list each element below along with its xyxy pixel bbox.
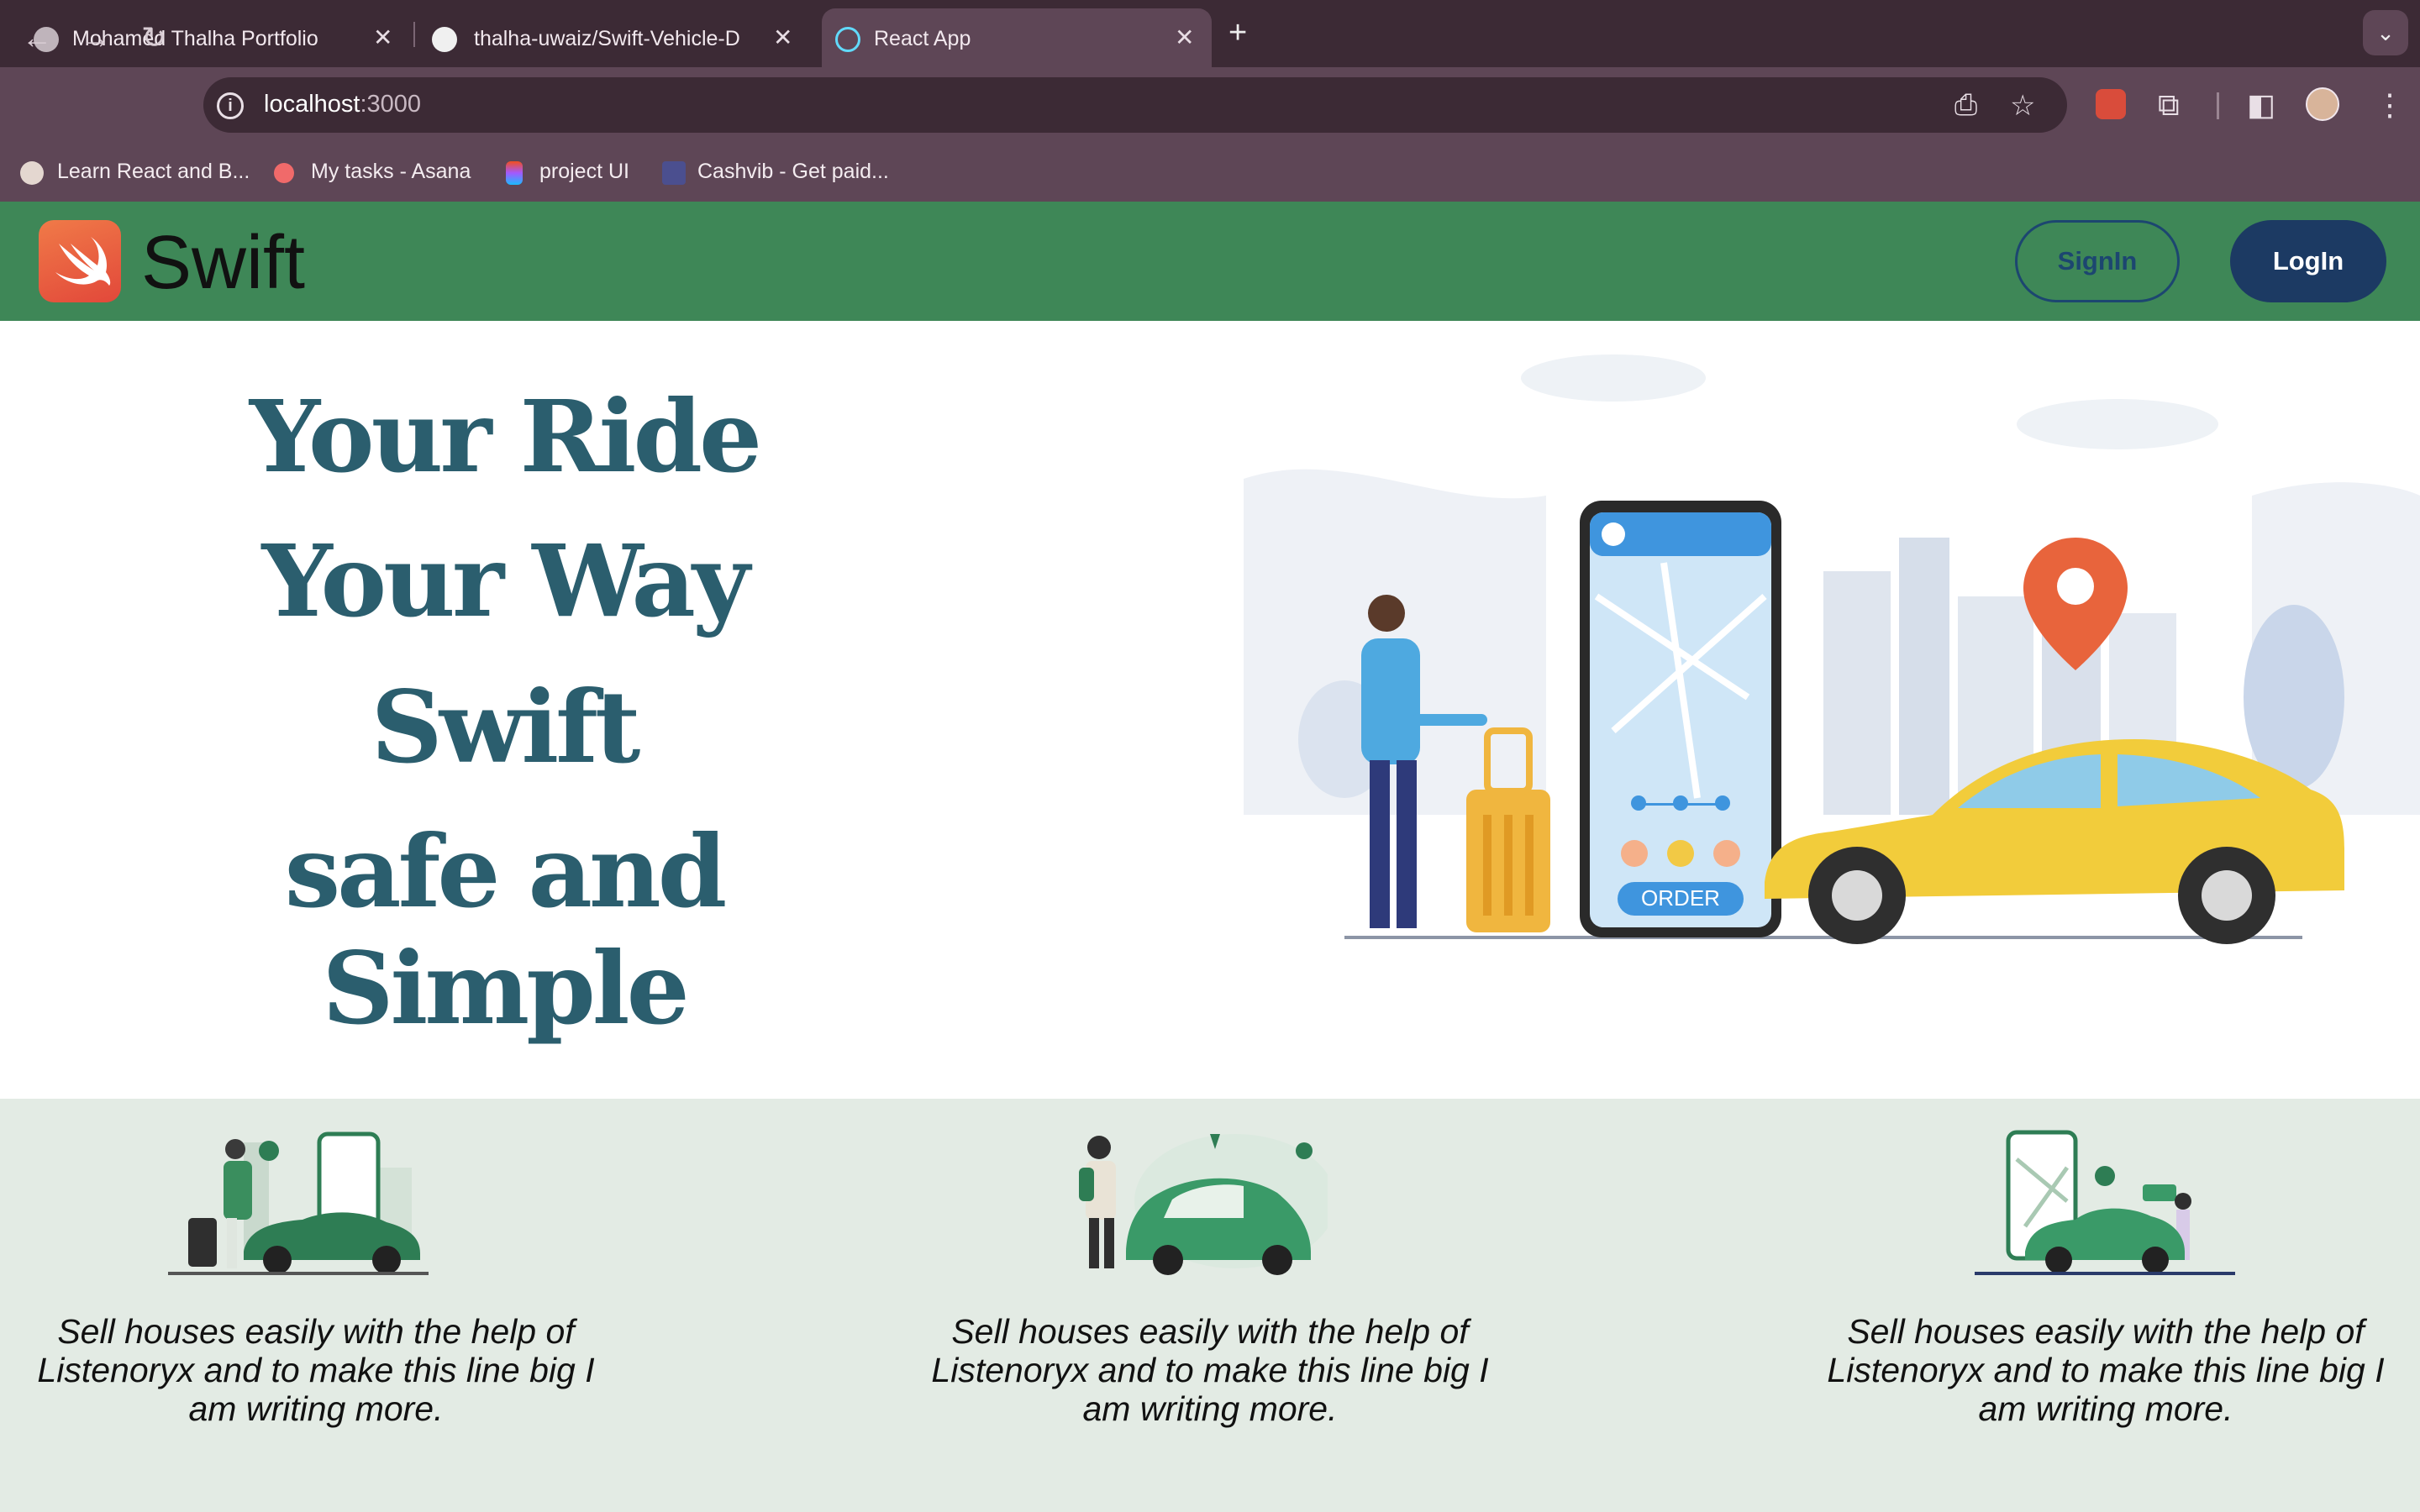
url-text[interactable]: localhost:3000 [264,91,421,118]
extension-app-icon[interactable] [2096,89,2126,119]
back-icon[interactable]: ← [22,20,52,55]
cashvib-icon [662,161,686,185]
phone-map-car-illustration [1975,1130,2235,1275]
close-icon[interactable]: ✕ [373,24,392,51]
hero-line-2: Your Way [261,522,750,639]
login-button[interactable]: LogIn [2230,220,2386,302]
feature-text: Sell houses easily with the help of List… [37,1312,595,1428]
bookmark-cashvib[interactable]: Cashvib - Get paid... [697,160,889,184]
traveler-car-city-illustration [168,1131,429,1275]
install-app-icon[interactable]: ⎙ [1954,89,1977,122]
extensions-puzzle-icon[interactable]: ⧉ [2158,87,2180,123]
tab-title: Mohamed Thalha Portfolio [72,27,318,50]
bookmark-star-icon[interactable]: ☆ [2010,89,2035,123]
brand-name[interactable]: Swift [141,220,305,307]
side-panel-icon[interactable]: ◧ [2247,87,2275,123]
person-hatchback-illustration [1079,1134,1328,1275]
hero-line-3: Swift [371,669,641,785]
asana-icon [274,163,294,183]
signin-button[interactable]: SignIn [2015,220,2180,302]
profile-avatar[interactable] [2306,87,2339,121]
hero-line-4: safe and Simple [284,813,728,1047]
address-bar[interactable] [203,77,2067,133]
new-tab-button[interactable]: + [1228,15,1247,51]
url-port: :3000 [360,91,422,118]
figma-icon [506,161,523,185]
reload-icon[interactable]: ↻ [141,20,166,55]
bookmark-learn-react[interactable]: Learn React and B... [57,160,250,184]
url-host: localhost [264,91,360,118]
close-icon[interactable]: ✕ [1175,24,1194,51]
bookmark-project-ui[interactable]: project UI [539,160,629,184]
toolbar-divider [2217,92,2219,119]
tab-separator [413,22,415,47]
close-icon[interactable]: ✕ [773,24,792,51]
feature-text: Sell houses easily with the help of List… [931,1312,1489,1428]
hero-line-1: Your Ride [249,378,762,495]
feature-text: Sell houses easily with the help of List… [1827,1312,2385,1428]
bookmark-asana[interactable]: My tasks - Asana [311,160,471,184]
github-icon [432,27,457,52]
site-info-icon[interactable]: i [217,92,244,119]
avatar-icon [20,161,44,185]
tab-title: thalha-uwaiz/Swift-Vehicle-D [474,27,740,50]
tab-search-button[interactable]: ⌄ [2363,10,2408,55]
order-label: ORDER [1641,885,1720,911]
react-icon [835,27,860,52]
ride-hailing-illustration: ORDER [1244,354,2420,944]
forward-icon[interactable]: → [81,20,111,55]
tab-portfolio[interactable]: Mohamed Thalha Portfolio ✕ [0,8,403,67]
tab-title: React App [874,27,971,50]
menu-kebab-icon[interactable]: ⋮ [2375,87,2405,123]
tab-github[interactable]: thalha-uwaiz/Swift-Vehicle-D ✕ [418,8,822,67]
tab-react-app[interactable]: React App ✕ [822,8,1212,67]
swift-logo-icon[interactable] [39,220,121,302]
